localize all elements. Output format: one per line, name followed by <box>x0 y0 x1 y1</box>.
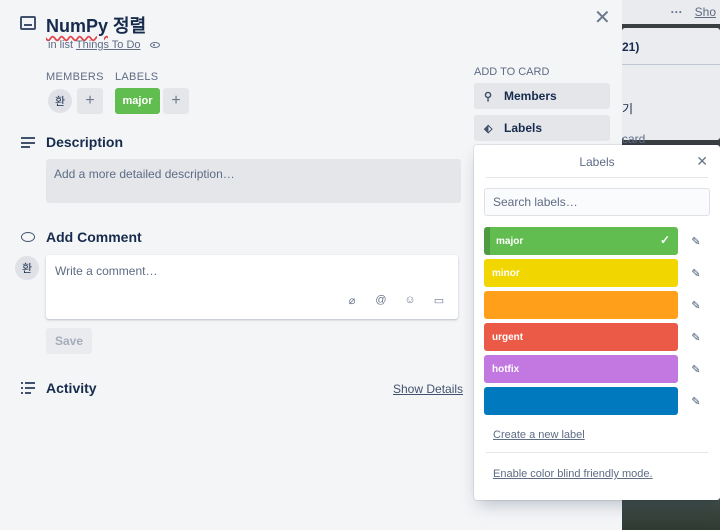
check-icon: ✓ <box>659 233 670 247</box>
close-icon[interactable]: ✕ <box>594 8 611 28</box>
edit-label-icon[interactable]: ✎ <box>690 267 702 280</box>
edit-label-icon[interactable]: ✎ <box>690 299 702 312</box>
board-list-text: card <box>622 132 646 146</box>
card-link-icon[interactable]: ▭ <box>433 294 445 307</box>
popover-divider <box>486 177 708 178</box>
description-icon <box>21 137 35 148</box>
label-chip-major[interactable]: major <box>115 88 160 114</box>
label-option[interactable]: major ✓ <box>484 227 678 255</box>
person-icon: ⚲ <box>484 90 493 103</box>
board-menu-dots[interactable]: ··· <box>671 5 683 19</box>
show-details-link[interactable]: Show Details <box>393 382 463 396</box>
board-list-text: 기 <box>622 102 634 116</box>
board-list-behind: 21) 기 card <box>622 28 720 146</box>
search-labels-input[interactable] <box>484 188 710 216</box>
label-option[interactable]: hotfix <box>484 355 678 383</box>
popover-title: Labels <box>579 155 615 169</box>
label-option[interactable] <box>484 291 678 319</box>
labels-button[interactable]: ⬖ Labels <box>474 115 610 141</box>
board-header-strip: ··· Sho <box>622 0 720 24</box>
attachment-icon[interactable]: ⌀ <box>346 294 358 307</box>
members-heading: MEMBERS <box>46 71 104 83</box>
card-list-info: in list Things To Do <box>48 39 160 51</box>
card-title-word: NumPy <box>46 16 109 36</box>
colorblind-mode-link[interactable]: Enable color blind friendly mode. <box>493 468 653 480</box>
description-title: Description <box>46 134 124 150</box>
labels-button-label: Labels <box>504 121 543 135</box>
label-option-name: hotfix <box>492 363 520 375</box>
edit-label-icon[interactable]: ✎ <box>690 395 702 408</box>
card-icon <box>20 16 36 30</box>
mention-icon[interactable]: @ <box>375 294 387 306</box>
label-option[interactable]: urgent <box>484 323 678 351</box>
description-input[interactable]: Add a more detailed description… <box>46 159 461 203</box>
labels-heading: LABELS <box>115 71 159 83</box>
card-title-rest: 정렬 <box>113 16 147 36</box>
edit-label-icon[interactable]: ✎ <box>690 235 702 248</box>
save-comment-button[interactable]: Save <box>46 328 92 354</box>
label-option[interactable]: minor <box>484 259 678 287</box>
eye-icon[interactable] <box>149 42 160 49</box>
card-title[interactable]: NumPy 정렬 <box>46 12 146 38</box>
label-option-name: urgent <box>492 331 524 343</box>
in-list-prefix: in list <box>48 39 74 51</box>
label-option-name: minor <box>492 267 520 279</box>
members-button-label: Members <box>504 89 557 103</box>
activity-icon <box>21 382 35 394</box>
board-list-title: 21) <box>622 40 640 54</box>
popover-divider <box>486 452 708 453</box>
comment-avatar: 환 <box>15 256 39 280</box>
comment-icon <box>21 232 35 242</box>
board-show-link[interactable]: Sho <box>695 5 716 19</box>
member-avatar[interactable]: 환 <box>48 89 72 113</box>
tag-icon: ⬖ <box>484 122 493 135</box>
add-label-button[interactable]: + <box>163 88 189 114</box>
members-button[interactable]: ⚲ Members <box>474 83 610 109</box>
labels-popover: Labels ✕ major ✓ ✎ minor ✎ ✎ urgent ✎ hotfix ✎ ✎ C… <box>474 145 720 500</box>
label-option[interactable] <box>484 387 678 415</box>
emoji-icon[interactable]: ☺ <box>404 294 416 306</box>
popover-close-icon[interactable]: ✕ <box>696 153 708 170</box>
add-member-button[interactable]: + <box>77 88 103 114</box>
label-option-name: major <box>496 235 524 247</box>
add-comment-title: Add Comment <box>46 229 142 245</box>
board-list-divider <box>622 64 720 65</box>
edit-label-icon[interactable]: ✎ <box>690 331 702 344</box>
create-label-link[interactable]: Create a new label <box>493 429 585 441</box>
activity-title: Activity <box>46 380 97 396</box>
edit-label-icon[interactable]: ✎ <box>690 363 702 376</box>
list-name-link[interactable]: Things To Do <box>76 39 141 51</box>
add-to-card-heading: ADD TO CARD <box>474 66 550 78</box>
comment-input[interactable]: Write a comment… <box>46 255 458 319</box>
